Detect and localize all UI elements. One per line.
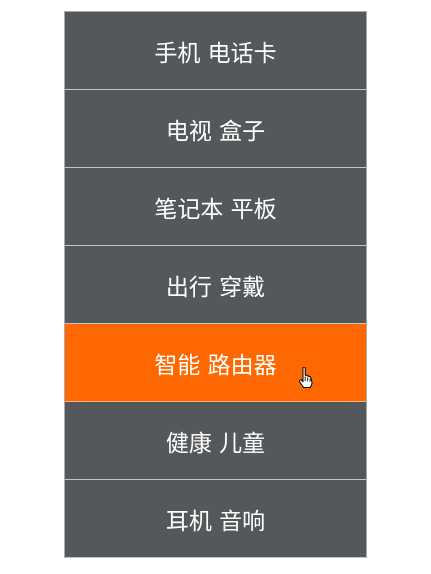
menu-item-phone[interactable]: 手机 电话卡 xyxy=(65,12,366,90)
menu-item-travel[interactable]: 出行 穿戴 xyxy=(65,246,366,324)
menu-item-label: 智能 路由器 xyxy=(154,352,277,379)
menu-item-audio[interactable]: 耳机 音响 xyxy=(65,480,366,558)
menu-item-label: 健康 儿童 xyxy=(165,430,266,457)
menu-item-label: 手机 电话卡 xyxy=(154,40,277,67)
category-menu: 手机 电话卡 电视 盒子 笔记本 平板 出行 穿戴 智能 路由器 健康 儿童 耳… xyxy=(64,11,367,558)
menu-item-laptop[interactable]: 笔记本 平板 xyxy=(65,168,366,246)
menu-item-health[interactable]: 健康 儿童 xyxy=(65,402,366,480)
menu-item-label: 出行 穿戴 xyxy=(165,274,266,301)
menu-item-tv[interactable]: 电视 盒子 xyxy=(65,90,366,168)
menu-item-label: 电视 盒子 xyxy=(165,118,266,145)
menu-item-smart-router[interactable]: 智能 路由器 xyxy=(65,324,366,402)
menu-item-label: 耳机 音响 xyxy=(165,508,266,535)
menu-item-label: 笔记本 平板 xyxy=(154,196,277,223)
hand-pointer-icon xyxy=(299,367,313,388)
